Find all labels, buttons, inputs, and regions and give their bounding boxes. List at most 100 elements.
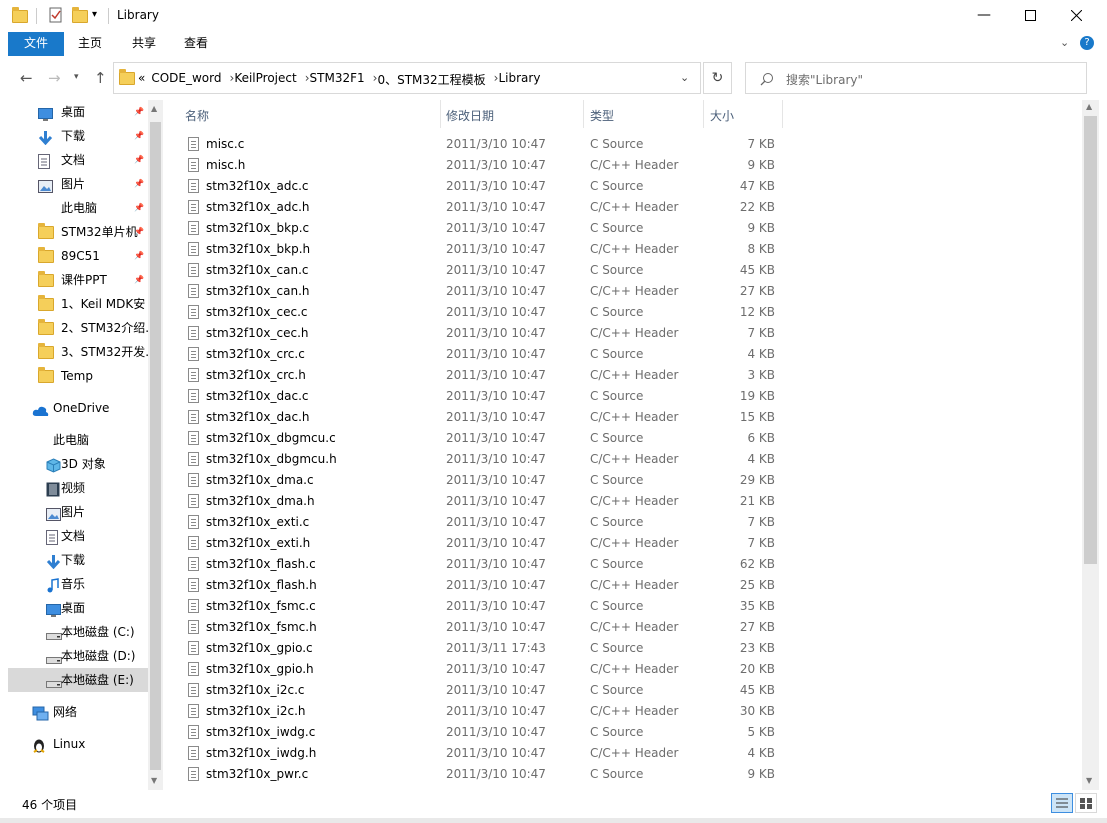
file-row[interactable]: stm32f10x_gpio.h 2011/3/10 10:47 C/C++ Hea… xyxy=(162,659,1082,680)
nav-item[interactable]: 下载 📌 xyxy=(8,124,156,148)
file-row[interactable]: stm32f10x_gpio.c 2011/3/11 17:43 C Source 2… xyxy=(162,638,1082,659)
file-row[interactable]: stm32f10x_dma.h 2011/3/10 10:47 C/C++ Head… xyxy=(162,491,1082,512)
customize-quick-access-icon[interactable]: ▾ xyxy=(92,9,108,25)
recent-locations-button[interactable]: ▾ xyxy=(74,72,79,82)
breadcrumb-item[interactable]: KeilProject xyxy=(234,71,296,88)
back-button[interactable]: ← xyxy=(20,69,33,87)
nav-item[interactable]: OneDrive xyxy=(8,396,156,420)
tab-file[interactable]: 文件 xyxy=(8,32,64,56)
breadcrumb-item[interactable]: CODE_word xyxy=(151,71,221,88)
tab-view[interactable]: 查看 xyxy=(176,32,216,56)
nav-item[interactable]: 图片 📌 xyxy=(8,172,156,196)
minimize-button[interactable]: — xyxy=(961,0,1007,30)
breadcrumb-item-current[interactable]: Library xyxy=(498,71,540,88)
close-button[interactable] xyxy=(1053,0,1099,30)
breadcrumb-item[interactable]: 0、STM32工程模板 xyxy=(377,71,485,88)
file-row[interactable]: stm32f10x_dbgmcu.c 2011/3/10 10:47 C Sourc… xyxy=(162,428,1082,449)
file-row[interactable]: stm32f10x_bkp.h 2011/3/10 10:47 C/C++ Head… xyxy=(162,239,1082,260)
scroll-up-icon[interactable]: ▲ xyxy=(1086,102,1092,111)
nav-item[interactable]: STM32单片机 📌 xyxy=(8,220,156,244)
file-row[interactable]: stm32f10x_fsmc.c 2011/3/10 10:47 C Source 3… xyxy=(162,596,1082,617)
nav-item[interactable]: 音乐 xyxy=(8,572,156,596)
refresh-button[interactable]: ↻ xyxy=(703,62,732,94)
file-row[interactable]: stm32f10x_iwdg.c 2011/3/10 10:47 C Source 5… xyxy=(162,722,1082,743)
file-row[interactable]: stm32f10x_adc.c 2011/3/10 10:47 C Source 47… xyxy=(162,176,1082,197)
nav-item[interactable]: 本地磁盘 (E:) xyxy=(8,668,156,692)
file-row[interactable]: stm32f10x_flash.h 2011/3/10 10:47 C/C++ He… xyxy=(162,575,1082,596)
file-row[interactable]: stm32f10x_i2c.h 2011/3/10 10:47 C/C++ Head… xyxy=(162,701,1082,722)
column-header-date[interactable]: 修改日期 xyxy=(446,107,494,124)
scroll-down-icon[interactable]: ▼ xyxy=(151,776,157,785)
file-row[interactable]: stm32f10x_cec.c 2011/3/10 10:47 C Source 12… xyxy=(162,302,1082,323)
file-row[interactable]: stm32f10x_bkp.c 2011/3/10 10:47 C Source 9 … xyxy=(162,218,1082,239)
nav-item[interactable]: 文档 📌 xyxy=(8,148,156,172)
nav-item[interactable]: 此电脑 📌 xyxy=(8,196,156,220)
nav-scrollbar[interactable]: ▲ ▼ xyxy=(148,100,163,790)
nav-item[interactable]: 此电脑 xyxy=(8,428,156,452)
maximize-button[interactable] xyxy=(1007,0,1053,30)
column-header-type[interactable]: 类型 xyxy=(590,107,614,124)
nav-item[interactable]: Temp xyxy=(8,364,156,388)
file-row[interactable]: stm32f10x_pwr.c 2011/3/10 10:47 C Source 9 … xyxy=(162,764,1082,785)
nav-item[interactable]: 本地磁盘 (C:) xyxy=(8,620,156,644)
file-row[interactable]: stm32f10x_adc.h 2011/3/10 10:47 C/C++ Head… xyxy=(162,197,1082,218)
properties-icon[interactable] xyxy=(48,7,64,23)
nav-item[interactable]: 桌面 📌 xyxy=(8,100,156,124)
nav-item[interactable]: 本地磁盘 (D:) xyxy=(8,644,156,668)
file-row[interactable]: stm32f10x_crc.h 2011/3/10 10:47 C/C++ Head… xyxy=(162,365,1082,386)
nav-item[interactable]: 下载 xyxy=(8,548,156,572)
nav-item[interactable]: 课件PPT 📌 xyxy=(8,268,156,292)
tab-home[interactable]: 主页 xyxy=(70,32,110,56)
column-divider[interactable] xyxy=(583,100,584,128)
details-view-button[interactable] xyxy=(1051,793,1073,813)
search-input[interactable]: 搜索"Library" xyxy=(745,62,1087,94)
collapse-ribbon-icon[interactable]: ⌄ xyxy=(1060,36,1069,49)
nav-item[interactable]: 3D 对象 xyxy=(8,452,156,476)
nav-item[interactable]: 图片 xyxy=(8,500,156,524)
column-header-name[interactable]: 名称 xyxy=(185,107,209,124)
column-header-size[interactable]: 大小 xyxy=(710,107,734,124)
nav-item[interactable]: 桌面 xyxy=(8,596,156,620)
column-divider[interactable] xyxy=(782,100,783,128)
file-row[interactable]: stm32f10x_dbgmcu.h 2011/3/10 10:47 C/C++ H… xyxy=(162,449,1082,470)
large-icons-view-button[interactable] xyxy=(1075,793,1097,813)
nav-item[interactable]: 1、Keil MDK安 xyxy=(8,292,156,316)
nav-item[interactable]: 视频 xyxy=(8,476,156,500)
file-row[interactable]: stm32f10x_exti.h 2011/3/10 10:47 C/C++ Hea… xyxy=(162,533,1082,554)
breadcrumb-overflow[interactable]: « xyxy=(138,71,145,88)
help-icon[interactable]: ? xyxy=(1080,36,1094,50)
nav-item[interactable]: 3、STM32开发. xyxy=(8,340,156,364)
nav-scrollbar-thumb[interactable] xyxy=(150,122,161,770)
column-divider[interactable] xyxy=(440,100,441,128)
nav-item[interactable]: Linux xyxy=(8,732,156,756)
forward-button[interactable]: → xyxy=(48,69,61,87)
breadcrumb-item[interactable]: STM32F1 xyxy=(310,71,365,88)
file-row[interactable]: misc.c 2011/3/10 10:47 C Source 7 KB xyxy=(162,134,1082,155)
column-divider[interactable] xyxy=(703,100,704,128)
file-row[interactable]: stm32f10x_iwdg.h 2011/3/10 10:47 C/C++ Hea… xyxy=(162,743,1082,764)
address-bar[interactable]: « CODE_word › KeilProject › STM32F1 › 0、… xyxy=(113,62,701,94)
file-list-scrollbar[interactable]: ▲ ▼ xyxy=(1082,100,1099,790)
file-row[interactable]: misc.h 2011/3/10 10:47 C/C++ Header 9 KB xyxy=(162,155,1082,176)
address-dropdown-icon[interactable]: ⌄ xyxy=(680,71,689,84)
scroll-up-icon[interactable]: ▲ xyxy=(151,104,157,113)
file-row[interactable]: stm32f10x_dma.c 2011/3/10 10:47 C Source 29… xyxy=(162,470,1082,491)
file-row[interactable]: stm32f10x_can.h 2011/3/10 10:47 C/C++ Head… xyxy=(162,281,1082,302)
file-row[interactable]: stm32f10x_dac.c 2011/3/10 10:47 C Source 19… xyxy=(162,386,1082,407)
nav-item[interactable]: 文档 xyxy=(8,524,156,548)
file-row[interactable]: stm32f10x_flash.c 2011/3/10 10:47 C Source… xyxy=(162,554,1082,575)
scroll-down-icon[interactable]: ▼ xyxy=(1086,776,1092,785)
file-row[interactable]: stm32f10x_fsmc.h 2011/3/10 10:47 C/C++ Hea… xyxy=(162,617,1082,638)
new-folder-icon[interactable] xyxy=(72,7,88,23)
nav-item[interactable]: 网络 xyxy=(8,700,156,724)
nav-item[interactable]: 2、STM32介绍. xyxy=(8,316,156,340)
file-row[interactable]: stm32f10x_exti.c 2011/3/10 10:47 C Source 7… xyxy=(162,512,1082,533)
file-row[interactable]: stm32f10x_dac.h 2011/3/10 10:47 C/C++ Head… xyxy=(162,407,1082,428)
file-row[interactable]: stm32f10x_crc.c 2011/3/10 10:47 C Source 4 … xyxy=(162,344,1082,365)
file-row[interactable]: stm32f10x_i2c.c 2011/3/10 10:47 C Source 45… xyxy=(162,680,1082,701)
file-row[interactable]: stm32f10x_cec.h 2011/3/10 10:47 C/C++ Head… xyxy=(162,323,1082,344)
tab-share[interactable]: 共享 xyxy=(124,32,164,56)
file-row[interactable]: stm32f10x_can.c 2011/3/10 10:47 C Source 45… xyxy=(162,260,1082,281)
nav-item[interactable]: 89C51 📌 xyxy=(8,244,156,268)
up-button[interactable]: ↑ xyxy=(94,69,107,87)
